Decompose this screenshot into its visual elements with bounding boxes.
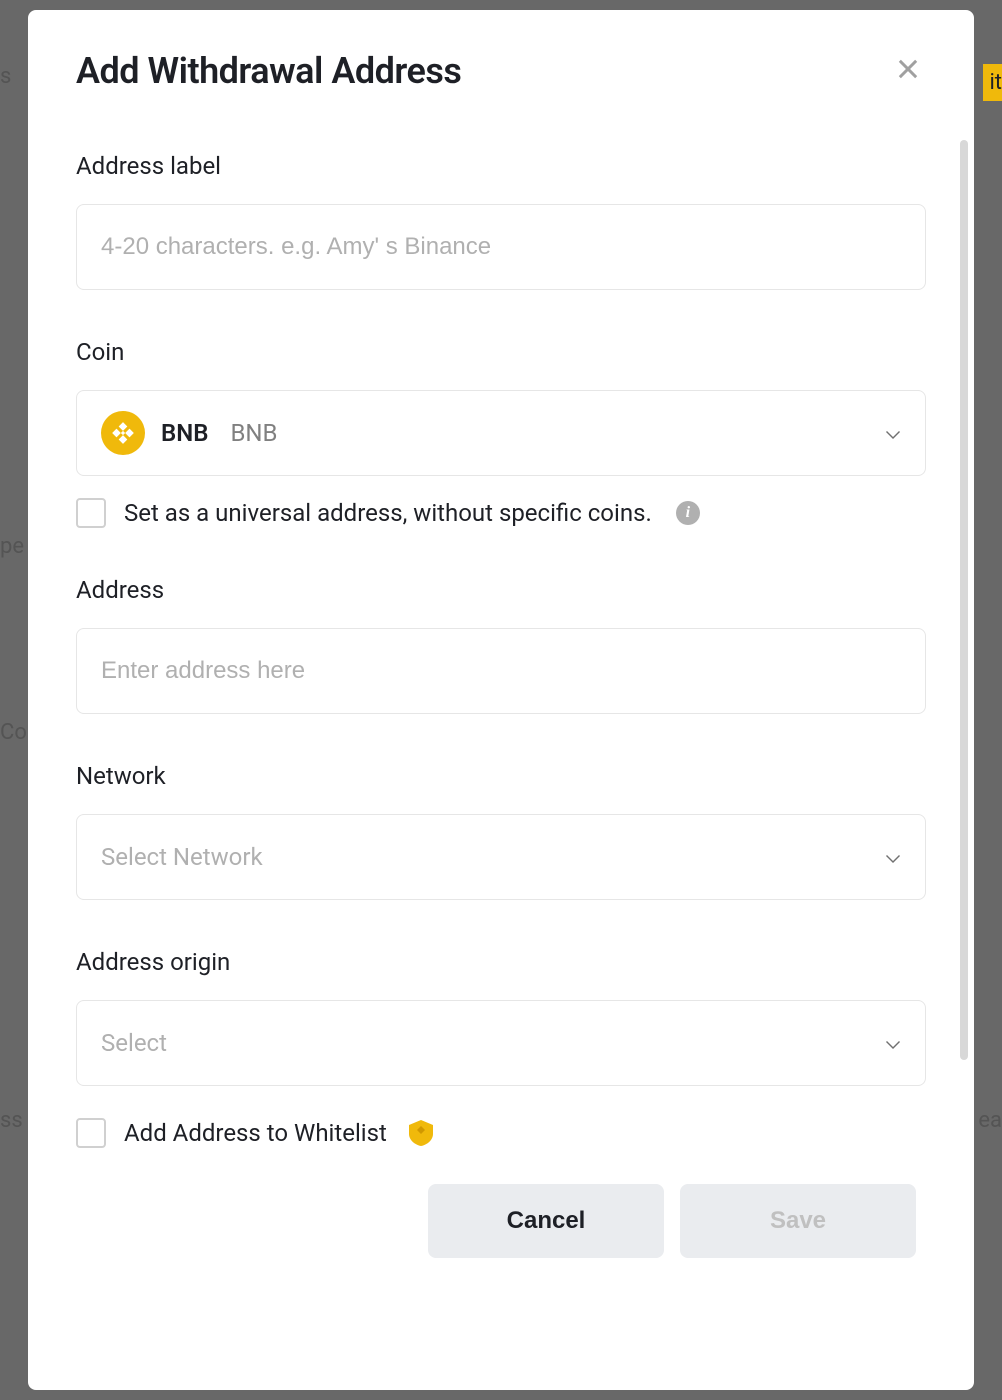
address-label-input[interactable] — [76, 204, 926, 290]
bnb-icon — [101, 411, 145, 455]
coin-name: BNB — [230, 419, 277, 447]
close-icon — [894, 55, 922, 83]
address-origin-select[interactable]: Select — [76, 1000, 926, 1086]
network-select[interactable]: Select Network — [76, 814, 926, 900]
address-input[interactable] — [76, 628, 926, 714]
chevron-down-icon — [885, 843, 901, 871]
whitelist-label: Add Address to Whitelist — [124, 1119, 387, 1147]
shield-icon — [409, 1120, 433, 1146]
chevron-down-icon — [885, 419, 901, 447]
address-origin-label: Address origin — [76, 948, 926, 976]
network-placeholder: Select Network — [101, 843, 263, 871]
save-button[interactable]: Save — [680, 1184, 916, 1258]
universal-address-label: Set as a universal address, without spec… — [124, 499, 652, 527]
chevron-down-icon — [885, 1029, 901, 1057]
address-label: Address — [76, 576, 926, 604]
info-icon[interactable]: i — [676, 501, 700, 525]
close-button[interactable] — [890, 51, 926, 91]
address-origin-placeholder: Select — [101, 1029, 167, 1057]
universal-address-checkbox[interactable] — [76, 498, 106, 528]
modal-title: Add Withdrawal Address — [76, 50, 461, 92]
coin-select[interactable]: BNB BNB — [76, 390, 926, 476]
network-label: Network — [76, 762, 926, 790]
address-label-label: Address label — [76, 152, 926, 180]
add-withdrawal-address-modal: Add Withdrawal Address Address label Coi… — [28, 10, 974, 1390]
cancel-button[interactable]: Cancel — [428, 1184, 664, 1258]
coin-label: Coin — [76, 338, 926, 366]
whitelist-checkbox[interactable] — [76, 1118, 106, 1148]
coin-symbol: BNB — [161, 419, 208, 447]
